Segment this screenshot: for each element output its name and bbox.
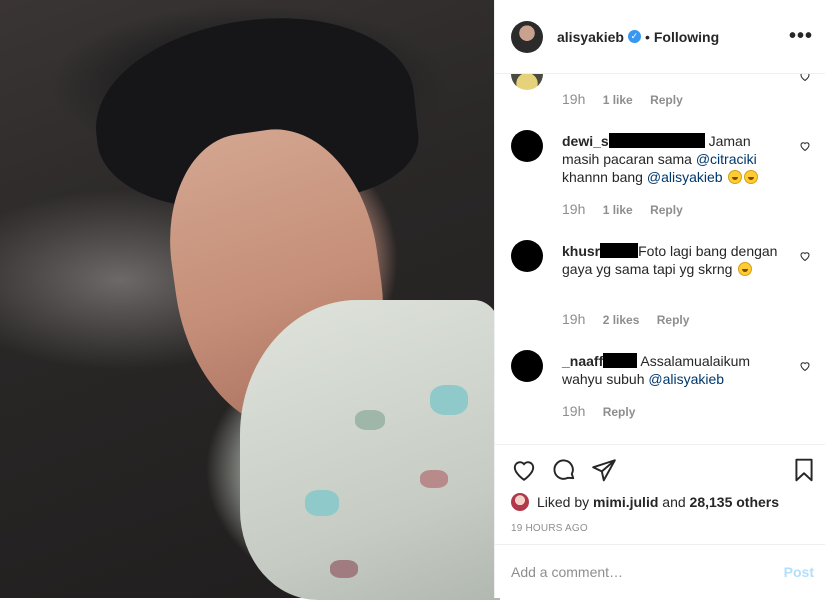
reply-button[interactable]: Reply [603, 405, 636, 419]
liker-avatar[interactable] [511, 493, 529, 511]
comment-item: _naaff Assalamualaikum wahyu subuh @alis… [511, 350, 811, 440]
comment-meta: 19h 1 like Reply [562, 201, 683, 217]
comment-meta: 19h Reply [562, 403, 635, 419]
comment-item: dewi_s Jaman masih pacaran sama @citraci… [511, 130, 811, 230]
comment-item: khusr Foto lagi bang dengan gaya yg sama … [511, 240, 811, 340]
post-side-panel: alisyakieb ✓ • Following ••• 19h 1 like … [494, 0, 825, 598]
comment-item: 19h 1 like Reply [511, 74, 811, 114]
post-timestamp[interactable]: 19 HOURS AGO [511, 523, 588, 534]
liker-username[interactable]: mimi.julid [593, 494, 658, 510]
avatar[interactable] [511, 240, 543, 272]
likes-others-count[interactable]: 28,135 others [690, 494, 780, 510]
comment-input[interactable] [511, 563, 784, 580]
mention-link[interactable]: @alisyakieb [648, 371, 724, 387]
photo-pattern [355, 410, 385, 430]
mention-link[interactable]: @citraciki [696, 151, 757, 167]
comment-likes[interactable]: 2 likes [603, 313, 640, 327]
photo-pattern [430, 385, 468, 415]
add-comment-bar: Post [495, 544, 825, 598]
comment-time: 19h [562, 91, 586, 107]
comment-text: khusr Foto lagi bang dengan gaya yg sama … [562, 242, 787, 278]
post-button[interactable]: Post [784, 564, 814, 580]
likes-summary: Liked by mimi.julid and 28,135 others [511, 493, 779, 511]
comment-username[interactable]: _naaff [562, 353, 603, 369]
post-photo[interactable] [0, 0, 500, 600]
grinning-emoji-icon [728, 170, 743, 184]
comment-text-part: khannn bang [562, 169, 647, 185]
comment-like-heart-icon[interactable] [799, 250, 811, 262]
comment-text: dewi_s Jaman masih pacaran sama @citraci… [562, 132, 787, 186]
redaction-bar [608, 133, 705, 148]
likes-conjunction: and [662, 494, 686, 510]
comment-time: 19h [562, 403, 586, 419]
reply-button[interactable]: Reply [650, 93, 683, 107]
comment-likes[interactable]: 1 like [603, 203, 633, 217]
grinning-emoji-icon [744, 170, 759, 184]
photo-pattern [420, 470, 448, 488]
comment-like-heart-icon[interactable] [799, 74, 811, 82]
reply-button[interactable]: Reply [650, 203, 683, 217]
separator: • [644, 28, 650, 45]
following-button[interactable]: Following [654, 29, 719, 45]
grinning-emoji-icon [738, 262, 753, 276]
comment-meta: 19h 1 like Reply [562, 91, 683, 107]
like-heart-icon[interactable] [511, 457, 537, 483]
redaction-bar [603, 353, 638, 368]
verified-badge-icon: ✓ [627, 30, 641, 43]
avatar[interactable] [511, 130, 543, 162]
author-username[interactable]: alisyakieb [557, 29, 624, 45]
comment-like-heart-icon[interactable] [799, 140, 811, 152]
photo-pattern [330, 560, 358, 578]
post-actions: Liked by mimi.julid and 28,135 others 19… [495, 444, 825, 544]
avatar[interactable] [511, 350, 543, 382]
share-send-icon[interactable] [591, 457, 617, 483]
redaction-bar [600, 243, 639, 258]
likes-prefix: Liked by [537, 494, 590, 510]
avatar[interactable] [511, 20, 543, 53]
photo-pattern [305, 490, 339, 516]
comment-meta: 19h 2 likes Reply [562, 311, 689, 327]
comment-username[interactable]: khusr [562, 243, 600, 259]
post-header: alisyakieb ✓ • Following ••• [495, 0, 825, 74]
comments-list[interactable]: 19h 1 like Reply dewi_s Jaman masih paca… [495, 74, 825, 444]
comment-likes[interactable]: 1 like [603, 93, 633, 107]
comment-time: 19h [562, 201, 586, 217]
reply-button[interactable]: Reply [657, 313, 690, 327]
bookmark-icon[interactable] [791, 457, 817, 483]
comment-username[interactable]: dewi_s [562, 133, 609, 149]
avatar[interactable] [511, 74, 543, 90]
mention-link[interactable]: @alisyakieb [647, 169, 723, 185]
more-options-icon[interactable]: ••• [789, 25, 813, 48]
comment-like-heart-icon[interactable] [799, 360, 811, 372]
comment-time: 19h [562, 311, 586, 327]
comment-text: _naaff Assalamualaikum wahyu subuh @alis… [562, 352, 787, 388]
photo-shirt-shape [240, 300, 500, 600]
comment-bubble-icon[interactable] [551, 457, 577, 483]
